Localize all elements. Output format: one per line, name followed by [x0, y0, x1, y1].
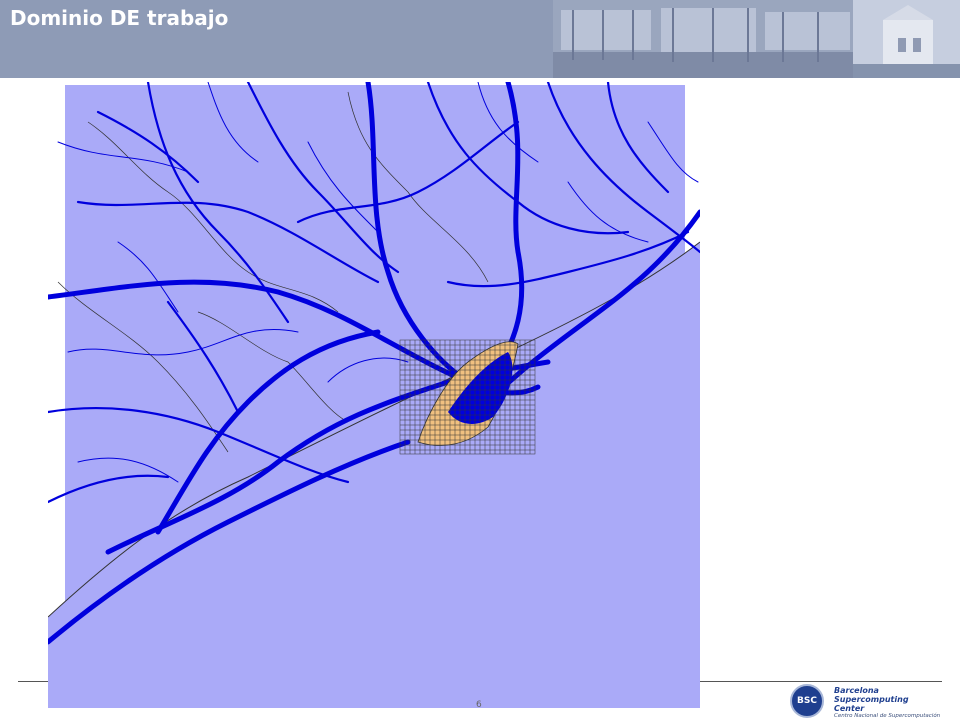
- logo-line-1: Barcelona: [834, 686, 879, 695]
- page-number: 6: [476, 700, 482, 710]
- footer-divider-left: [18, 681, 48, 682]
- bsc-logo-icon: BSC Barcelona Supercomputing Center Cent…: [790, 682, 955, 720]
- logo-line-2: Supercomputing: [834, 695, 909, 704]
- logo-text: Barcelona Supercomputing Center Centro N…: [834, 686, 940, 720]
- logo-badge: BSC: [790, 684, 824, 718]
- slide-header: Dominio DE trabajo: [0, 0, 960, 78]
- slide-title: Dominio DE trabajo: [10, 6, 229, 30]
- building-photo-icon: [553, 0, 960, 78]
- domain-map: [45, 79, 703, 708]
- logo-subtitle: Centro Nacional de Supercomputación: [834, 713, 941, 719]
- logo-line-3: Center: [834, 704, 865, 713]
